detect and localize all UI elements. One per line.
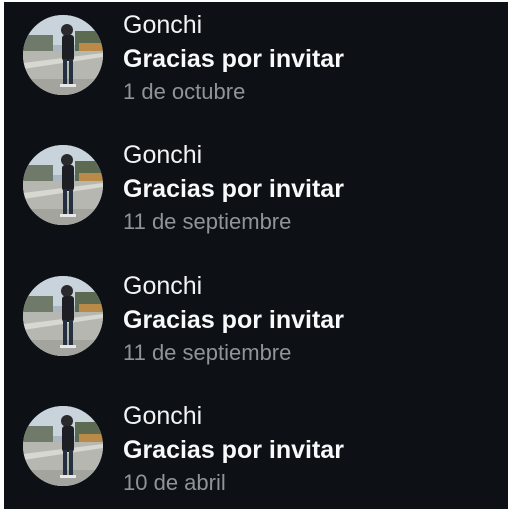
avatar[interactable] <box>23 406 103 486</box>
notification-message: Gracias por invitar <box>123 45 344 73</box>
profile-photo-icon <box>23 406 103 486</box>
sender-name: Gonchi <box>123 402 203 430</box>
profile-photo-icon <box>23 145 103 225</box>
notification-item[interactable]: Gonchi Gracias por invitar 1 de octubre <box>4 2 508 132</box>
notification-date: 11 de septiembre <box>123 209 292 234</box>
notification-item[interactable]: Gonchi Gracias por invitar 11 de septiem… <box>4 132 508 262</box>
notifications-list: Gonchi Gracias por invitar 1 de octubre … <box>4 2 508 509</box>
profile-photo-icon <box>23 276 103 356</box>
sender-name: Gonchi <box>123 11 203 39</box>
notification-date: 11 de septiembre <box>123 340 292 365</box>
notification-message: Gracias por invitar <box>123 175 344 203</box>
notification-item[interactable]: Gonchi Gracias por invitar 10 de abril <box>4 393 508 509</box>
notification-date: 10 de abril <box>123 470 226 495</box>
sender-name: Gonchi <box>123 272 203 300</box>
profile-photo-icon <box>23 15 103 95</box>
notification-item[interactable]: Gonchi Gracias por invitar 11 de septiem… <box>4 263 508 393</box>
sender-name: Gonchi <box>123 141 203 169</box>
notification-message: Gracias por invitar <box>123 436 344 464</box>
avatar[interactable] <box>23 15 103 95</box>
notification-date: 1 de octubre <box>123 79 246 104</box>
avatar[interactable] <box>23 145 103 225</box>
avatar[interactable] <box>23 276 103 356</box>
notification-message: Gracias por invitar <box>123 306 344 334</box>
